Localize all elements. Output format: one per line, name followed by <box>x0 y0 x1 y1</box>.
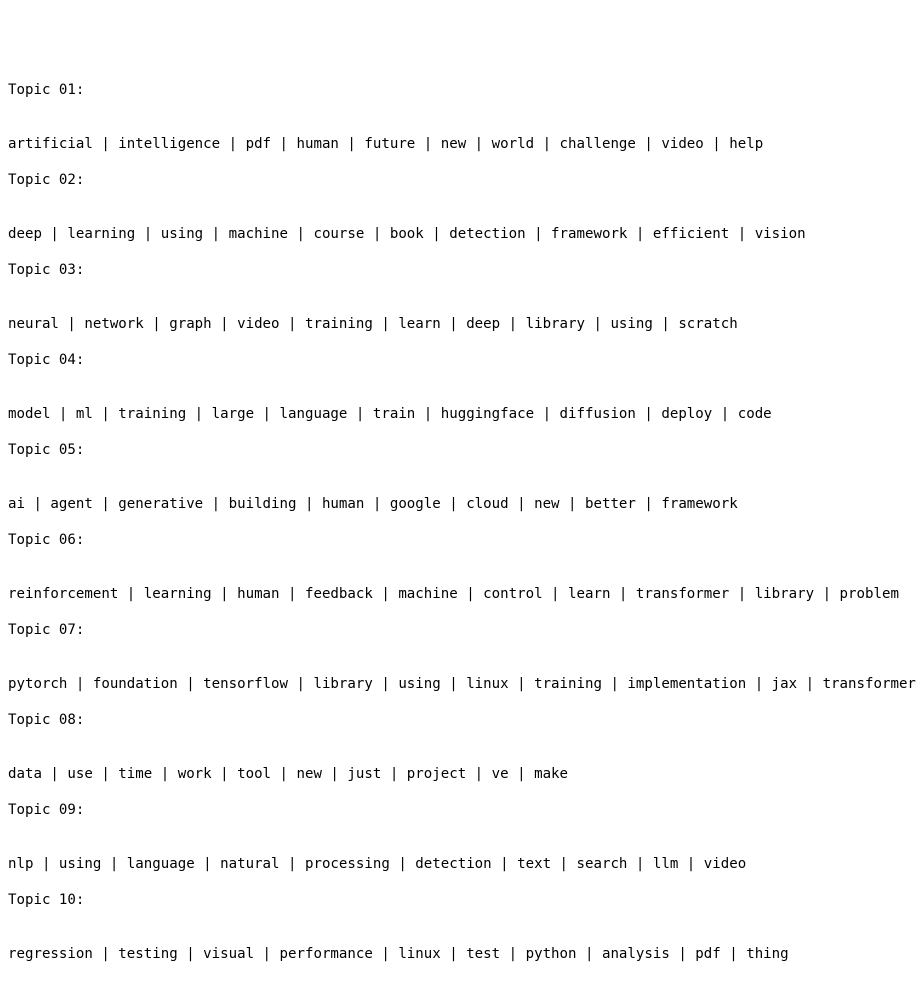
topic-words: deep | learning | using | machine | cour… <box>8 226 806 242</box>
topic-header: Topic 01: <box>8 82 85 98</box>
topic-header: Topic 06: <box>8 532 85 548</box>
topic-header: Topic 10: <box>8 892 85 908</box>
topic-header: Topic 03: <box>8 262 85 278</box>
topic-words: reinforcement | learning | human | feedb… <box>8 586 899 602</box>
topic-output: Topic 01: artificial | intelligence | pd… <box>8 9 916 962</box>
topic-header: Topic 02: <box>8 172 85 188</box>
topic-header: Topic 09: <box>8 802 85 818</box>
topic-words: pytorch | foundation | tensorflow | libr… <box>8 676 916 692</box>
topic-header: Topic 05: <box>8 442 85 458</box>
topic-header: Topic 07: <box>8 622 85 638</box>
topic-header: Topic 04: <box>8 352 85 368</box>
topic-block-01: Topic 01: artificial | intelligence | pd… <box>8 45 916 152</box>
topic-words: regression | testing | visual | performa… <box>8 946 789 962</box>
topic-header: Topic 08: <box>8 712 85 728</box>
